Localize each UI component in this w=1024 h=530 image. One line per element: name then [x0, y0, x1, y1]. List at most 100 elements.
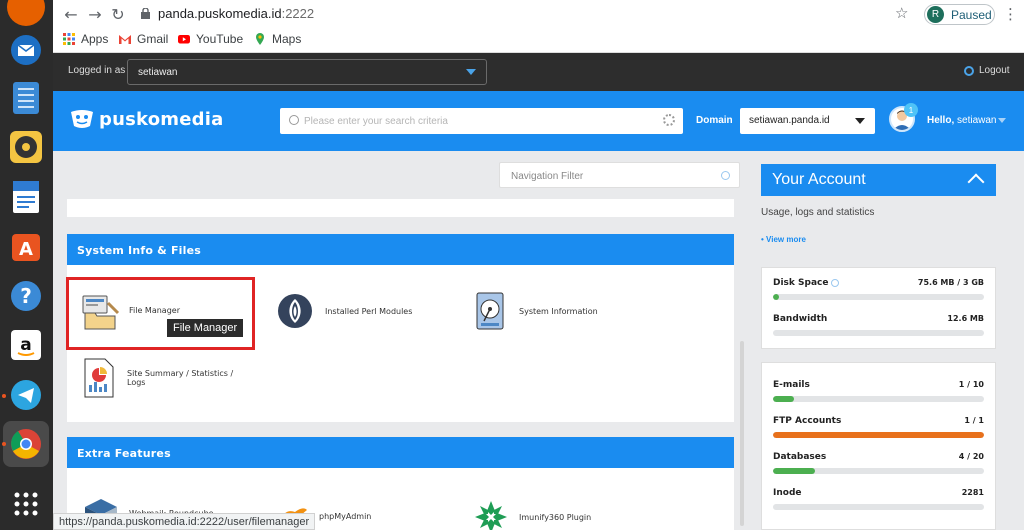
stat-value: 4 / 20: [958, 452, 984, 461]
refresh-spinner-icon: [831, 278, 840, 287]
tile-label: Installed Perl Modules: [325, 306, 413, 316]
stat-value: 1 / 1: [964, 416, 984, 425]
brand-header: puskomedia Domain setiawan.panda.id 1 He…: [53, 91, 1024, 151]
apps-grid-icon: [63, 33, 75, 45]
forward-icon[interactable]: →: [85, 4, 105, 24]
stat-value: 2281: [961, 488, 984, 497]
section-title: Extra Features: [67, 437, 734, 468]
file-manager-highlight: [66, 277, 255, 350]
section-title: System Info & Files: [67, 234, 734, 265]
installed-perl-modules-tile[interactable]: Installed Perl Modules: [276, 292, 412, 330]
chevron-up-icon[interactable]: [967, 173, 985, 191]
tile-label: Site Summary / Statistics / Logs: [127, 369, 234, 387]
hello-username: setiawan: [957, 115, 997, 126]
bookmark-youtube[interactable]: YouTube: [178, 32, 243, 46]
user-select-value: setiawan: [138, 67, 178, 78]
url-port: :2222: [281, 6, 315, 21]
puskomedia-logo[interactable]: puskomedia: [69, 108, 223, 130]
app-grid-icon[interactable]: [7, 485, 45, 523]
stat-label: Inode: [773, 488, 802, 498]
back-icon[interactable]: ←: [61, 4, 81, 24]
thunderbird-icon[interactable]: [7, 31, 45, 69]
site-summary-tile[interactable]: Site Summary / Statistics / Logs: [83, 358, 237, 398]
domain-value: setiawan.panda.id: [749, 115, 830, 126]
stat-label: FTP Accounts: [773, 416, 842, 426]
stat-progress-bar: [773, 294, 984, 300]
search-input[interactable]: [304, 112, 654, 130]
svg-text:a: a: [20, 335, 31, 355]
logo-mark-icon: [71, 110, 93, 128]
imunify360-plugin-tile[interactable]: Imunify360 Plugin: [473, 499, 591, 530]
telegram-icon[interactable]: [7, 376, 45, 414]
bookmark-maps[interactable]: Maps: [254, 32, 301, 46]
brand-name: puskomedia: [99, 108, 224, 130]
gmail-icon: [119, 35, 131, 44]
stat-progress-fill: [773, 468, 816, 474]
bookmark-label: Gmail: [137, 32, 169, 46]
stat-value: 1 / 10: [958, 380, 984, 389]
your-account-header[interactable]: Your Account: [761, 164, 996, 196]
stat-label-text: Disk Space: [773, 278, 829, 288]
domain-label: Domain: [696, 115, 733, 126]
your-account-title: Your Account: [772, 171, 866, 188]
bookmark-label: Apps: [81, 32, 109, 46]
notification-badge[interactable]: 1: [904, 103, 918, 117]
amazon-icon[interactable]: a: [7, 326, 45, 364]
perl-onion-icon: [278, 294, 312, 328]
profile-button[interactable]: R Paused: [924, 4, 995, 25]
stat-label: Disk Space: [773, 278, 840, 288]
stat-progress-bar: [773, 432, 984, 438]
chrome-icon[interactable]: [7, 425, 45, 463]
firefox-icon[interactable]: [7, 0, 45, 26]
address-bar[interactable]: panda.puskomedia.id:2222: [158, 6, 314, 21]
tooltip: File Manager: [167, 319, 244, 337]
bookmark-label: Maps: [272, 32, 302, 46]
bookmark-apps[interactable]: Apps: [63, 32, 108, 46]
stat-progress-bar: [773, 468, 984, 474]
bookmark-label: YouTube: [196, 32, 244, 46]
files-icon[interactable]: [7, 79, 45, 117]
stat-label: Bandwidth: [773, 314, 828, 324]
stat-value: 75.6 MB / 3 GB: [917, 278, 984, 287]
scrollbar[interactable]: [740, 341, 744, 526]
software-center-icon[interactable]: A: [7, 227, 45, 265]
statistics-report-icon: [84, 358, 114, 398]
search-box[interactable]: [280, 108, 683, 134]
caret-down-icon: [466, 69, 476, 75]
stat-progress-fill: [773, 432, 984, 438]
view-more-link[interactable]: • View more: [761, 235, 806, 244]
profile-status: Paused: [951, 7, 992, 22]
reload-icon[interactable]: ↻: [108, 4, 128, 24]
lock-icon[interactable]: [141, 8, 150, 19]
menu-kebab-icon[interactable]: ⋮: [1003, 5, 1018, 23]
hello-user[interactable]: Hello, setiawan: [927, 115, 996, 126]
navigation-filter[interactable]: [499, 162, 740, 188]
caret-down-icon[interactable]: [998, 118, 1006, 123]
help-icon[interactable]: ?: [7, 277, 45, 315]
domain-select[interactable]: setiawan.panda.id: [740, 108, 875, 134]
search-icon: [721, 171, 730, 180]
writer-icon[interactable]: [7, 178, 45, 216]
imunify360-icon: [475, 501, 507, 530]
system-information-tile[interactable]: System Information: [475, 292, 598, 330]
stat-value: 12.6 MB: [947, 314, 984, 323]
hard-disk-icon: [476, 292, 504, 330]
usage-stats-box: Disk Space 75.6 MB / 3 GB Bandwidth 12.6…: [761, 267, 996, 349]
browser-toolbar: ← → ↻ panda.puskomedia.id:2222 ☆ R Pause…: [53, 0, 1024, 53]
tile-label: Imunify360 Plugin: [519, 512, 592, 522]
navigation-filter-input[interactable]: [511, 168, 711, 184]
stat-progress-fill: [773, 396, 795, 402]
stat-progress-bar: [773, 330, 984, 336]
logout-button[interactable]: Logout: [964, 65, 1010, 76]
bookmark-gmail[interactable]: Gmail: [119, 32, 168, 46]
account-subtitle: Usage, logs and statistics: [761, 207, 875, 218]
account-panel: Your Account Usage, logs and statistics …: [751, 151, 1016, 530]
bookmark-star-icon[interactable]: ☆: [895, 4, 908, 22]
user-select[interactable]: setiawan: [127, 59, 487, 85]
stat-progress-bar: [773, 396, 984, 402]
youtube-icon: [178, 35, 190, 44]
rhythmbox-icon[interactable]: [7, 128, 45, 166]
ubuntu-dock: A ? a: [0, 0, 53, 530]
gear-icon[interactable]: [663, 114, 675, 126]
logout-label: Logout: [979, 65, 1010, 76]
